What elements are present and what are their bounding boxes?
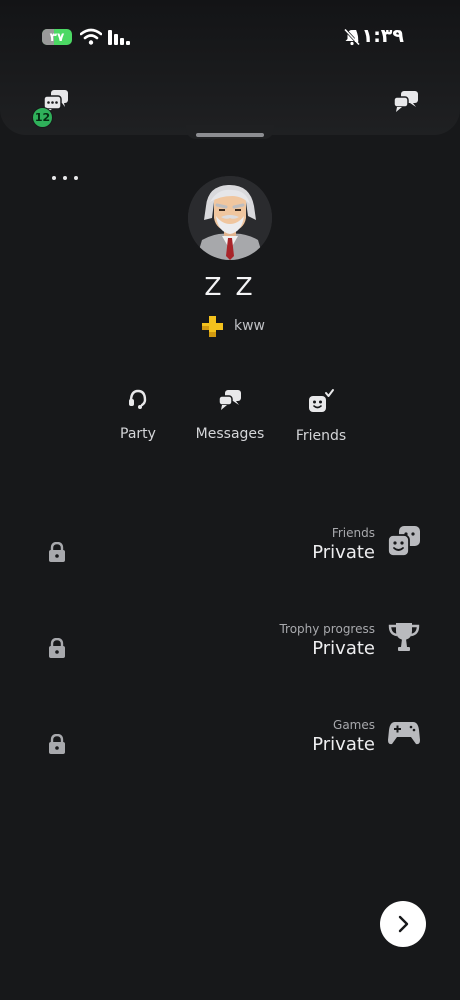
friend-check-icon	[309, 389, 334, 412]
friends-label: Friends	[295, 428, 347, 444]
privacy-row-games[interactable]: Games Private	[0, 718, 460, 770]
lock-icon	[49, 734, 65, 754]
dot	[52, 176, 56, 180]
messages-button[interactable]: Messages	[184, 388, 276, 452]
status-time: ۱۱:۳۹	[350, 25, 404, 47]
ps-plus-icon	[202, 316, 223, 337]
next-button[interactable]	[380, 901, 426, 947]
headset-icon	[129, 389, 147, 409]
dot	[63, 176, 67, 180]
display-name: Z Z	[204, 272, 256, 301]
privacy-caption: Trophy progress	[279, 622, 375, 636]
privacy-value: Private	[312, 542, 375, 563]
friends-button[interactable]: Friends	[275, 388, 367, 452]
avatar[interactable]	[188, 176, 272, 260]
party-label: Party	[120, 426, 156, 442]
chat-count-badge: 12	[32, 107, 53, 128]
lock-icon	[49, 542, 65, 562]
privacy-row-friends[interactable]: Friends Private	[0, 526, 460, 578]
signal-icon	[108, 30, 130, 45]
drag-handle[interactable]	[196, 133, 264, 137]
privacy-row-trophies[interactable]: Trophy progress Private	[0, 622, 460, 674]
privacy-value: Private	[312, 734, 375, 755]
online-id: kww	[234, 318, 266, 334]
privacy-value: Private	[312, 638, 375, 659]
masks-icon	[387, 526, 420, 557]
new-message-icon[interactable]	[392, 89, 420, 115]
more-options-button[interactable]	[52, 172, 78, 184]
messages-label: Messages	[195, 426, 265, 442]
wifi-icon	[80, 28, 102, 45]
chevron-right-icon	[398, 915, 409, 933]
lock-icon	[49, 638, 65, 658]
avatar-portrait	[188, 176, 272, 260]
dot	[74, 176, 78, 180]
privacy-caption: Friends	[331, 526, 375, 540]
battery-icon: ۳۷	[42, 29, 72, 45]
privacy-caption: Games	[333, 718, 375, 732]
controller-icon	[388, 722, 420, 745]
chat-bubbles-icon	[218, 390, 241, 410]
party-button[interactable]: Party	[92, 388, 184, 452]
trophy-icon	[388, 623, 420, 651]
battery-level: ۳۷	[49, 30, 65, 44]
